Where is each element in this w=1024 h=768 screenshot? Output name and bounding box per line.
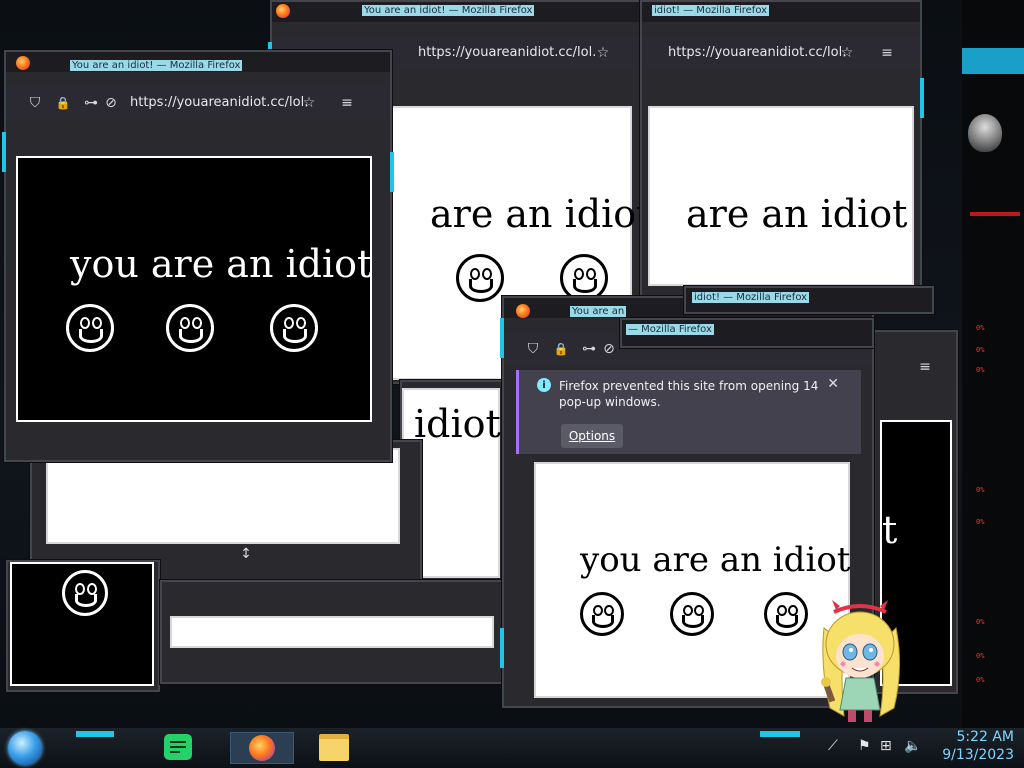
- resize-handle-icon[interactable]: ↕: [236, 542, 256, 566]
- firefox-icon: [276, 4, 290, 18]
- permissions-icon[interactable]: ⊶: [580, 340, 598, 358]
- browser-window[interactable]: You are an idiot! — Mozilla Firefox ⛉ 🔒 …: [2, 50, 394, 462]
- browser-window[interactable]: idiot! — Mozilla Firefox https://youarea…: [640, 0, 924, 300]
- action-center-flag-icon[interactable]: ⚑: [858, 738, 871, 754]
- taskbar-accent: [76, 731, 114, 737]
- browser-window[interactable]: [160, 580, 504, 684]
- start-button-icon[interactable]: [8, 731, 42, 765]
- file-explorer-icon[interactable]: [318, 732, 350, 762]
- bookmark-star-icon[interactable]: ☆: [838, 44, 856, 62]
- shield-icon[interactable]: ⛉: [26, 94, 44, 112]
- smiley-icon: [670, 592, 714, 636]
- menu-icon[interactable]: ≡: [878, 44, 896, 62]
- smiley-icon: [764, 592, 808, 636]
- clock-time: 5:22 AM: [956, 729, 1014, 745]
- options-button[interactable]: Options: [561, 424, 623, 448]
- notes-app-icon[interactable]: [162, 732, 194, 762]
- panel-accent: [962, 48, 1024, 74]
- page-content: are an idiot: [648, 106, 914, 286]
- url-bar[interactable]: ⛉ 🔒 ⊶ ⊘ https://youareanidiot.cc/lol. ☆ …: [6, 86, 390, 120]
- show-desktop-icon[interactable]: ⟋: [828, 738, 838, 754]
- panel-label: 0%: [976, 676, 985, 684]
- clock[interactable]: 5:22 AM 9/13/2023: [942, 728, 1014, 764]
- page-message: t: [882, 508, 898, 552]
- alienware-logo-icon: [968, 114, 1002, 152]
- window-title: idiot! — Mozilla Firefox: [652, 5, 770, 16]
- firefox-icon: [249, 735, 275, 761]
- page-message: idiot: [414, 402, 501, 446]
- tracking-icon[interactable]: ⊘: [600, 340, 618, 358]
- shield-icon[interactable]: ⛉: [524, 340, 542, 358]
- page-message: are an idiot: [430, 192, 652, 236]
- url-text[interactable]: https://youareanidiot.cc/lol.: [418, 45, 596, 60]
- clock-date: 9/13/2023: [942, 747, 1014, 763]
- page-message: you are an idiot: [70, 242, 373, 286]
- panel-label: 0%: [976, 518, 985, 526]
- taskbar-accent: [760, 731, 800, 737]
- page-message: are an idiot: [686, 192, 908, 236]
- desktop: 0% 0% 0% 0% 0% 0% 0% 0% You are an idiot…: [0, 0, 1024, 728]
- panel-label: 0%: [976, 652, 985, 660]
- firefox-icon: [16, 56, 30, 70]
- panel-label: 0%: [976, 324, 985, 332]
- tracking-icon[interactable]: ⊘: [102, 94, 120, 112]
- smiley-icon: [456, 254, 504, 302]
- close-icon[interactable]: ✕: [827, 376, 839, 392]
- page-content: you are an idiot: [534, 462, 850, 698]
- panel-label: 0%: [976, 366, 985, 374]
- browser-window[interactable]: idiot! — Mozilla Firefox: [684, 286, 934, 314]
- bookmark-star-icon[interactable]: ☆: [594, 44, 612, 62]
- page-content: you are an idiot: [16, 156, 372, 422]
- window-title: — Mozilla Firefox: [626, 324, 714, 335]
- page-content: [46, 448, 400, 544]
- network-icon[interactable]: ⊞: [880, 738, 892, 754]
- smiley-icon: [560, 254, 608, 302]
- smiley-icon: [270, 304, 318, 352]
- menu-icon[interactable]: ≡: [916, 358, 934, 376]
- notification-message: Firefox prevented this site from opening…: [559, 379, 819, 409]
- page-message: you are an idiot: [580, 540, 851, 580]
- frame-accent: [390, 152, 394, 192]
- desktop-mascot: [821, 600, 901, 722]
- lock-icon[interactable]: 🔒: [552, 340, 570, 358]
- panel-label: 0%: [976, 346, 985, 354]
- firefox-icon: [516, 304, 530, 318]
- page-content: [170, 616, 494, 648]
- window-title: You are an: [570, 306, 627, 317]
- permissions-icon[interactable]: ⊶: [82, 94, 100, 112]
- smiley-icon: [62, 570, 108, 616]
- frame-accent: [2, 132, 6, 172]
- url-text[interactable]: https://youareanidiot.cc/lol.: [668, 45, 846, 60]
- title-bar[interactable]: You are an idiot! — Mozilla Firefox: [272, 2, 642, 22]
- url-text[interactable]: https://youareanidiot.cc/lol.: [130, 95, 308, 110]
- smiley-icon: [166, 304, 214, 352]
- bookmark-star-icon[interactable]: ☆: [300, 94, 318, 112]
- panel-label: 0%: [976, 618, 985, 626]
- menu-icon[interactable]: ≡: [338, 94, 356, 112]
- taskbar: ⟋ ⚑ ⊞ 🔈 5:22 AM 9/13/2023: [0, 728, 1024, 768]
- lock-icon[interactable]: 🔒: [54, 94, 72, 112]
- window-title: You are an idiot! — Mozilla Firefox: [362, 5, 535, 16]
- desktop-side-panel: 0% 0% 0% 0% 0% 0% 0% 0%: [962, 0, 1024, 728]
- volume-icon[interactable]: 🔈: [904, 738, 921, 754]
- smiley-icon: [580, 592, 624, 636]
- frame-accent: [500, 628, 504, 668]
- frame-accent: [920, 78, 924, 118]
- title-bar[interactable]: You are an idiot! — Mozilla Firefox: [6, 52, 390, 72]
- frame-accent: [500, 318, 504, 358]
- window-title: idiot! — Mozilla Firefox: [692, 292, 810, 303]
- smiley-icon: [66, 304, 114, 352]
- panel-red-bar: [970, 212, 1020, 216]
- info-icon: i: [537, 378, 551, 392]
- url-bar[interactable]: https://youareanidiot.cc/lol. ☆ ≡: [642, 36, 920, 70]
- firefox-taskbar-button[interactable]: [230, 732, 294, 764]
- title-bar[interactable]: idiot! — Mozilla Firefox: [642, 2, 920, 22]
- browser-window[interactable]: — Mozilla Firefox: [620, 318, 874, 348]
- popup-blocked-notification: i Firefox prevented this site from openi…: [516, 370, 861, 454]
- panel-label: 0%: [976, 486, 985, 494]
- window-title: You are an idiot! — Mozilla Firefox: [70, 60, 243, 71]
